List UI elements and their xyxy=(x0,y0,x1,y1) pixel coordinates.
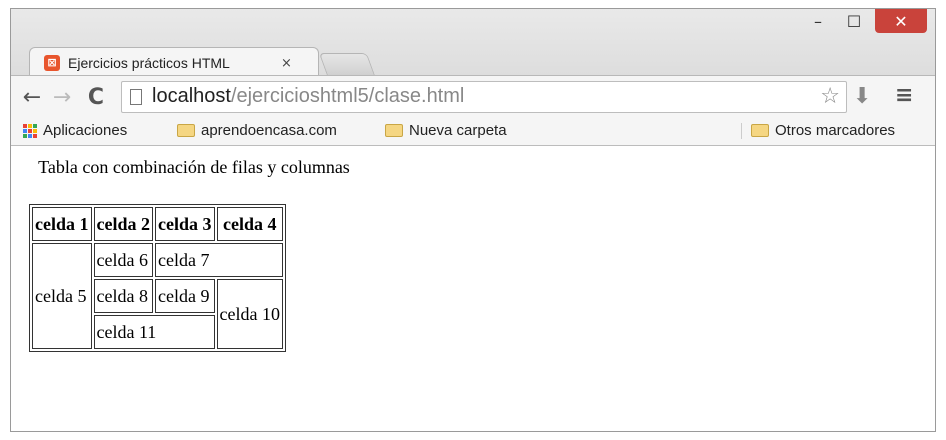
cell-5: celda 5 xyxy=(32,243,92,349)
bookmark-label: Aplicaciones xyxy=(43,122,128,139)
page-content: Tabla con combinación de filas y columna… xyxy=(11,146,935,431)
bookmarks-bar: Aplicaciones aprendoencasa.com Nueva car… xyxy=(11,117,935,146)
bookmark-star-icon[interactable]: ☆ xyxy=(820,84,840,109)
title-bar: – ☐ ✕ ⊠ Ejercicios prácticos HTML × xyxy=(11,9,935,77)
url-host: localhost xyxy=(152,85,231,107)
page-icon xyxy=(130,89,142,105)
xampp-favicon-icon: ⊠ xyxy=(44,55,60,71)
new-tab-button[interactable] xyxy=(318,53,376,76)
folder-icon xyxy=(385,124,403,137)
menu-icon[interactable]: ≡ xyxy=(895,83,913,108)
reload-icon[interactable]: C xyxy=(83,84,109,110)
bookmark-aprendoencasa[interactable]: aprendoencasa.com xyxy=(177,122,337,139)
cell-10: celda 10 xyxy=(216,279,283,349)
header-cell: celda 3 xyxy=(155,207,215,241)
browser-frame: – ☐ ✕ ⊠ Ejercicios prácticos HTML × ← → … xyxy=(10,8,936,432)
apps-dot xyxy=(23,128,27,133)
tab-close-icon[interactable]: × xyxy=(281,56,292,71)
tab-title: Ejercicios prácticos HTML xyxy=(68,55,230,71)
url-path: /ejercicioshtml5/clase.html xyxy=(230,85,465,107)
cell-9: celda 9 xyxy=(155,279,215,313)
apps-dot xyxy=(23,133,27,138)
close-window-button[interactable]: ✕ xyxy=(875,9,927,33)
url-text[interactable]: localhost/ejercicioshtml5/clase.html xyxy=(152,85,464,108)
apps-dot xyxy=(28,133,32,138)
apps-dot xyxy=(28,123,32,128)
table-row: celda 5 celda 6 celda 7 xyxy=(32,243,283,349)
bookmarks-separator xyxy=(741,123,742,139)
cell-11: celda 11 xyxy=(93,315,215,349)
minimize-button[interactable]: – xyxy=(801,9,835,33)
tab-active[interactable]: ⊠ Ejercicios prácticos HTML × xyxy=(29,47,319,77)
folder-icon xyxy=(751,124,769,137)
bookmark-label: Otros marcadores xyxy=(775,122,896,139)
cell-8: celda 8 xyxy=(93,279,153,313)
combined-cells-table: celda 1 celda 2 celda 3 celda 4 celda 5 … xyxy=(29,204,286,352)
folder-icon xyxy=(177,124,195,137)
bookmark-label: aprendoencasa.com xyxy=(201,122,337,139)
apps-dot xyxy=(33,133,37,138)
bookmark-nueva-carpeta[interactable]: Nueva carpeta xyxy=(385,122,507,139)
header-cell: celda 2 xyxy=(93,207,153,241)
bookmark-apps[interactable]: Aplicaciones xyxy=(23,122,127,139)
bookmark-label: Nueva carpeta xyxy=(409,122,507,139)
bookmark-otros-marcadores[interactable]: Otros marcadores xyxy=(751,122,895,139)
table-caption: Tabla con combinación de filas y columna… xyxy=(38,157,350,177)
apps-dot xyxy=(33,123,37,128)
forward-arrow-icon[interactable]: → xyxy=(49,84,75,110)
address-bar[interactable]: localhost/ejercicioshtml5/clase.html ☆ xyxy=(121,81,847,113)
apps-dot xyxy=(33,128,37,133)
maximize-button[interactable]: ☐ xyxy=(837,9,871,33)
apps-dot xyxy=(28,128,32,133)
browser-toolbar: ← → C localhost/ejercicioshtml5/clase.ht… xyxy=(11,75,935,118)
header-cell: celda 4 xyxy=(216,207,283,241)
download-extension-icon[interactable]: ⬇ xyxy=(853,84,871,109)
browser-window: – ☐ ✕ ⊠ Ejercicios prácticos HTML × ← → … xyxy=(0,0,946,440)
back-arrow-icon[interactable]: ← xyxy=(19,84,45,110)
header-cell: celda 1 xyxy=(32,207,92,241)
apps-grid-icon xyxy=(23,123,37,138)
apps-dot xyxy=(23,123,27,128)
cell-6: celda 6 xyxy=(93,243,153,277)
cell-7: celda 7 xyxy=(155,243,283,277)
table-header-row: celda 1 celda 2 celda 3 celda 4 xyxy=(32,207,283,241)
